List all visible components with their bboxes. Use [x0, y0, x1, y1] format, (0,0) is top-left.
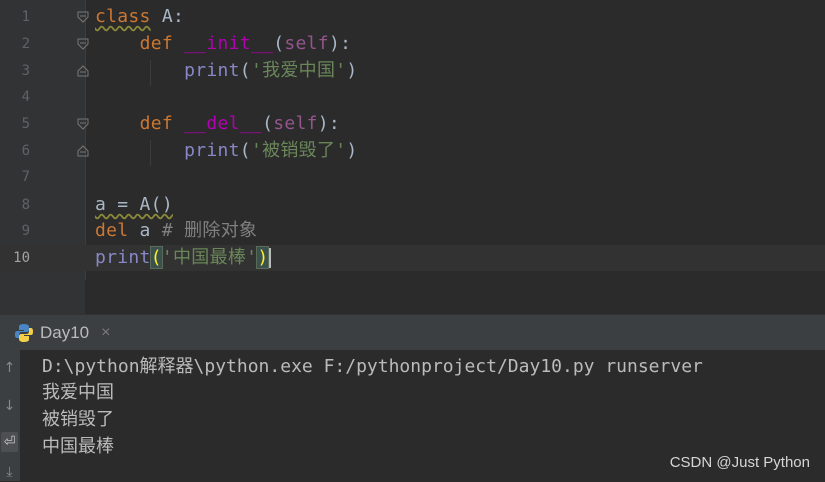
line-number: 4 — [21, 89, 30, 105]
code-line-6[interactable]: 6 print('被销毁了') — [0, 138, 825, 164]
code-line-10[interactable]: 10 print('中国最棒') — [0, 245, 825, 271]
string-literal: '我爱中国' — [250, 60, 347, 81]
python-icon — [15, 324, 33, 342]
code-line-7[interactable]: 7 — [0, 164, 825, 190]
console-output-line: 被销毁了 — [42, 409, 114, 430]
paren: ( — [273, 33, 285, 54]
paren: ) — [346, 60, 358, 81]
line-number: 9 — [21, 223, 30, 239]
line-number: 3 — [21, 63, 30, 79]
fold-collapse-icon[interactable] — [77, 11, 89, 23]
keyword: def — [139, 113, 173, 134]
variable: a — [128, 220, 162, 241]
keyword: class — [95, 6, 151, 27]
string-literal: '被销毁了' — [250, 140, 347, 161]
close-icon[interactable]: × — [101, 324, 110, 342]
line-number: 10 — [13, 250, 30, 266]
fold-collapse-icon[interactable] — [77, 38, 89, 50]
class-declaration: A: — [150, 6, 185, 27]
code-editor[interactable]: 1 class A: 2 def __init__(self): 3 print… — [0, 0, 825, 314]
code-line-8[interactable]: 8 a = A() — [0, 192, 825, 218]
scroll-up-icon[interactable]: ↑ — [1, 358, 18, 378]
fold-collapse-icon[interactable] — [77, 118, 89, 130]
assignment-statement: a = A() — [95, 194, 173, 215]
fold-end-icon[interactable] — [77, 145, 89, 157]
keyword: def — [139, 33, 173, 54]
watermark: CSDN @Just Python — [669, 454, 810, 471]
line-number: 5 — [21, 116, 30, 132]
matched-bracket: ( — [149, 246, 163, 269]
self-param: self — [273, 113, 318, 134]
scroll-to-end-icon[interactable]: ⤓ — [1, 462, 18, 482]
builtin-call: print — [95, 247, 151, 268]
scroll-down-icon[interactable]: ↓ — [1, 396, 18, 416]
line-number: 7 — [21, 169, 30, 185]
run-tab-label: Day10 — [40, 323, 90, 342]
soft-wrap-icon[interactable]: ⏎ — [1, 432, 18, 452]
builtin-call: print — [184, 140, 240, 161]
keyword: del — [95, 220, 129, 241]
paren: ( — [239, 140, 251, 161]
run-tab-day10[interactable]: Day10 × — [14, 317, 110, 349]
console-output-line: 中国最棒 — [42, 436, 114, 457]
matched-bracket: ) — [256, 246, 270, 269]
code-line-9[interactable]: 9 del a # 删除对象 — [0, 218, 825, 244]
line-number: 2 — [21, 36, 30, 52]
comment: # 删除对象 — [161, 220, 258, 241]
string-literal: '中国最棒' — [161, 247, 258, 268]
code-line-2[interactable]: 2 def __init__(self): — [0, 31, 825, 57]
line-number: 8 — [21, 197, 30, 213]
code-line-1[interactable]: 1 class A: — [0, 4, 825, 30]
fold-end-icon[interactable] — [77, 65, 89, 77]
self-param: self — [284, 33, 329, 54]
paren: ( — [262, 113, 274, 134]
paren: ): — [328, 33, 352, 54]
code-line-5[interactable]: 5 def __del__(self): — [0, 111, 825, 137]
console-command-line: D:\python解释器\python.exe F:/pythonproject… — [42, 356, 703, 377]
paren: ( — [239, 60, 251, 81]
console-side-toolbar: ↑ ↓ ⏎ ⤓ — [0, 350, 20, 481]
line-number: 6 — [21, 143, 30, 159]
line-number: 1 — [21, 9, 30, 25]
code-line-3[interactable]: 3 print('我爱中国') — [0, 58, 825, 84]
text-caret — [269, 248, 272, 268]
code-line-4[interactable]: 4 — [0, 84, 825, 110]
run-tool-window-header: Day10 × — [0, 314, 825, 351]
paren: ): — [317, 113, 341, 134]
paren: ) — [346, 140, 358, 161]
method-name: __init__ — [184, 33, 274, 54]
console-output-line: 我爱中国 — [42, 382, 114, 403]
builtin-call: print — [184, 60, 240, 81]
method-name: __del__ — [184, 113, 263, 134]
